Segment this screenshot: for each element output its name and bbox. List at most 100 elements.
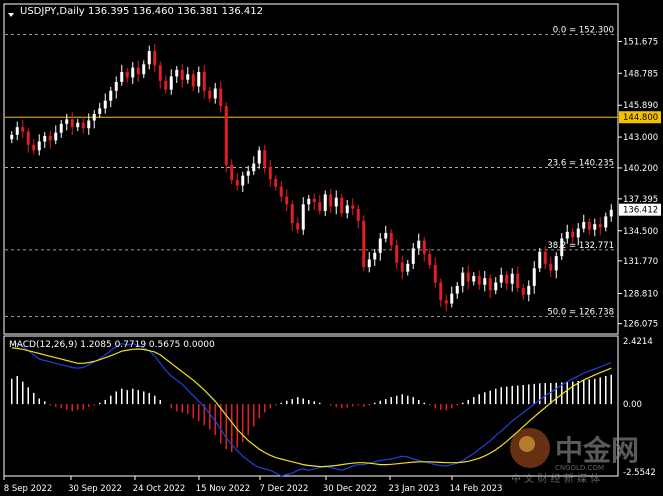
candle-body bbox=[230, 164, 234, 181]
price-tick-label: 151.675 bbox=[623, 37, 658, 47]
candle-body bbox=[494, 282, 498, 291]
time-tick-label: 30 Dec 2022 bbox=[323, 484, 377, 494]
price-tick-label: 140.200 bbox=[623, 164, 658, 174]
candle-body bbox=[103, 100, 107, 109]
candle-body bbox=[527, 285, 531, 295]
candle-body bbox=[136, 67, 140, 75]
candle-body bbox=[455, 285, 459, 294]
candle-body bbox=[318, 202, 322, 211]
watermark-slogan: 中 文 财 经 新 媒 体 bbox=[511, 472, 600, 485]
candle-body bbox=[164, 80, 168, 90]
candle-body bbox=[87, 120, 91, 129]
time-tick-label: 23 Jan 2023 bbox=[389, 484, 440, 494]
candle-body bbox=[406, 263, 410, 272]
candle-body bbox=[32, 144, 36, 151]
chart-symbol: USDJPY,Daily bbox=[20, 6, 85, 17]
candle-body bbox=[312, 198, 316, 203]
candle-body bbox=[219, 88, 223, 107]
candle-body bbox=[439, 282, 443, 301]
fib-label: 50.0 = 126.738 bbox=[547, 307, 614, 317]
candle-body bbox=[241, 175, 245, 186]
candle-body bbox=[169, 76, 173, 90]
time-tick-label: 14 Feb 2023 bbox=[450, 484, 503, 494]
candle-body bbox=[549, 263, 553, 271]
candle-body bbox=[76, 122, 80, 128]
candle-body bbox=[285, 196, 289, 205]
candle-body bbox=[345, 205, 349, 214]
candle-body bbox=[461, 272, 465, 286]
candle-body bbox=[582, 221, 586, 229]
candle-body bbox=[290, 204, 294, 224]
candle-body bbox=[26, 131, 30, 145]
candle-body bbox=[131, 67, 135, 78]
candle-body bbox=[307, 198, 311, 205]
candle-body bbox=[609, 209, 613, 217]
candle-body bbox=[488, 278, 492, 291]
candle-body bbox=[499, 274, 503, 283]
candle-body bbox=[37, 141, 41, 151]
candle-body bbox=[395, 245, 399, 263]
candle-body bbox=[263, 150, 267, 167]
candle-body bbox=[65, 119, 69, 124]
candle-body bbox=[417, 240, 421, 249]
candle-body bbox=[593, 224, 597, 230]
time-axis: 8 Sep 2022 30 Sep 2022 24 Oct 2022 15 Nov 2… bbox=[3, 476, 503, 494]
candle-body bbox=[175, 69, 179, 77]
price-tick-label: 145.890 bbox=[623, 101, 658, 111]
candle-body bbox=[252, 163, 256, 172]
candle-body bbox=[576, 228, 580, 238]
candle-body bbox=[400, 262, 404, 272]
time-tick-label: 24 Oct 2022 bbox=[133, 484, 186, 494]
candle-body bbox=[301, 204, 305, 230]
price-axis: 151.675 148.785 145.890 143.000 140.200 137.3… bbox=[618, 37, 661, 330]
candle-body bbox=[186, 74, 190, 80]
watermark-site: CNGOLD.COM bbox=[555, 464, 604, 472]
candle-body bbox=[571, 231, 575, 238]
candle-body bbox=[48, 135, 52, 141]
macd-tick-label: 2.4214 bbox=[623, 337, 653, 347]
candle-body bbox=[142, 64, 146, 75]
candle-body bbox=[444, 300, 448, 304]
candle-body bbox=[197, 72, 201, 87]
candle-body bbox=[510, 273, 514, 284]
candle-body bbox=[224, 106, 228, 165]
candle-body bbox=[70, 119, 74, 128]
dropdown-triangle-icon[interactable] bbox=[8, 13, 14, 17]
candle-body bbox=[120, 72, 124, 82]
grid-lines bbox=[3, 3, 619, 477]
time-tick-label: 7 Dec 2022 bbox=[260, 484, 309, 494]
price-tick-label: 134.500 bbox=[623, 227, 658, 237]
candle-body bbox=[334, 197, 338, 207]
candle-body bbox=[466, 272, 470, 282]
candle-body bbox=[10, 134, 14, 140]
candle-body bbox=[21, 127, 25, 132]
candle-body bbox=[362, 220, 366, 268]
time-tick-label: 8 Sep 2022 bbox=[4, 484, 52, 494]
candle-body bbox=[114, 81, 118, 91]
price-candles bbox=[10, 43, 613, 312]
candle-body bbox=[202, 72, 206, 91]
candle-body bbox=[384, 232, 388, 239]
candle-body bbox=[538, 251, 542, 269]
candle-body bbox=[246, 171, 250, 176]
candle-body bbox=[560, 238, 564, 257]
candle-body bbox=[373, 252, 377, 260]
candle-body bbox=[389, 232, 393, 246]
time-tick-label: 30 Sep 2022 bbox=[68, 484, 122, 494]
price-tick-label: 143.000 bbox=[623, 133, 658, 143]
candle-body bbox=[92, 113, 96, 121]
candle-body bbox=[268, 166, 272, 179]
candle-body bbox=[356, 208, 360, 221]
candle-body bbox=[329, 194, 333, 207]
price-tick-label: 131.770 bbox=[623, 257, 658, 267]
candle-body bbox=[565, 231, 569, 239]
candle-body bbox=[450, 293, 454, 304]
cngold-watermark: 中金网 CNGOLD.COM 中 文 财 经 新 媒 体 bbox=[503, 420, 663, 490]
candle-body bbox=[604, 216, 608, 228]
macd-label: MACD(12,26,9) 1.2085 0.7719 0.5675 0.000… bbox=[9, 340, 215, 350]
candle-body bbox=[598, 224, 602, 228]
candle-body bbox=[109, 90, 113, 101]
candle-body bbox=[351, 205, 355, 209]
candle-body bbox=[208, 90, 212, 99]
price-tick-label: 128.810 bbox=[623, 290, 658, 300]
